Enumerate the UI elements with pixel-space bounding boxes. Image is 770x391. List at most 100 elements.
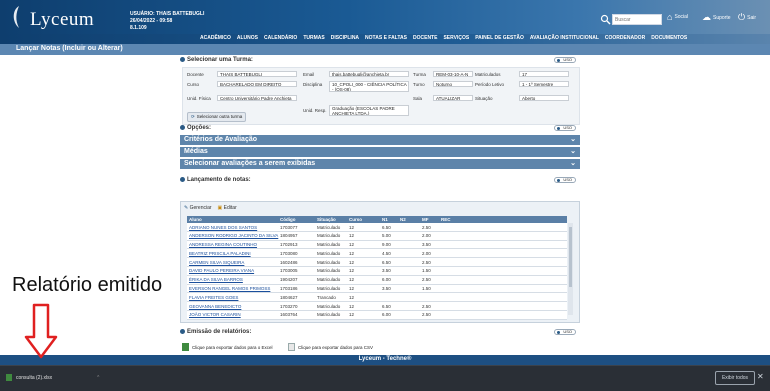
cell-mf: 1.50 — [422, 268, 431, 274]
cell-mf: 2.00 — [422, 250, 431, 256]
cell-situacao: Matriculado — [317, 286, 341, 292]
uso-toggle[interactable]: USO — [554, 124, 576, 131]
table-row[interactable]: FLAVIA FREITES GOES 1804627 Trancado 12 — [187, 293, 567, 303]
col-aluno[interactable]: Aluno — [189, 217, 202, 222]
menu-servicos[interactable]: SERVIÇOS — [443, 35, 469, 41]
medias-bar[interactable]: Médias ⌄ — [180, 147, 580, 157]
uso-toggle[interactable]: USO — [554, 176, 576, 183]
situacao-label: Situação — [475, 96, 493, 101]
menu-disciplina[interactable]: DISCIPLINA — [331, 35, 359, 41]
chevron-down-icon: ⌄ — [570, 136, 576, 143]
menu-documentos[interactable]: DOCUMENTOS — [651, 35, 687, 41]
select-turma-label: Selecionar outra turma — [196, 114, 243, 119]
menu-academico[interactable]: ACADÊMICO — [200, 35, 231, 41]
menu-docente[interactable]: DOCENTE — [413, 35, 437, 41]
cell-aluno[interactable]: DAVID PAULO PEREIRA VIANA — [189, 268, 254, 273]
excel-icon — [182, 343, 189, 351]
cell-codigo: 1703186 — [280, 286, 298, 292]
logo-text[interactable]: Lyceum — [30, 9, 94, 31]
menu-avaliacao[interactable]: AVALIAÇÃO INSTITUCIONAL — [530, 35, 599, 41]
col-n1[interactable]: N1 — [382, 217, 388, 222]
cell-aluno[interactable]: JOÃO VICTOR CASARIN — [189, 312, 241, 317]
home-icon: ⌂ — [667, 12, 673, 22]
search-input[interactable] — [612, 14, 662, 25]
cell-mf: 2.00 — [422, 233, 431, 239]
criterios-bar[interactable]: Critérios de Avaliação ⌄ — [180, 135, 580, 145]
social-button[interactable]: ⌂ Social — [667, 12, 688, 22]
disciplina-label: Disciplina — [303, 82, 323, 87]
col-rec[interactable]: REC — [441, 217, 451, 222]
support-label: Suporte — [713, 14, 731, 21]
table-row[interactable]: BEATRIZ PRISCILA PALADINI 1703080 Matricul… — [187, 249, 567, 259]
menu-calendario[interactable]: CALENDÁRIO — [264, 35, 297, 41]
menu-alunos[interactable]: ALUNOS — [237, 35, 258, 41]
cell-mf: 2.50 — [422, 259, 431, 265]
section-bullet-icon — [180, 177, 185, 182]
col-codigo[interactable]: Código — [280, 217, 296, 222]
support-button[interactable]: ☁ Suporte — [702, 12, 731, 23]
situacao-value: Aberto — [519, 95, 569, 101]
criterios-label: Critérios de Avaliação — [184, 136, 258, 143]
cell-aluno[interactable]: ADRIANO NUNES DOS SANTOS — [189, 225, 257, 230]
table-row[interactable]: JOÃO VICTOR CASARIN 1603764 Matriculado 12 6… — [187, 310, 567, 320]
search-icon[interactable] — [600, 14, 611, 25]
table-row[interactable]: EVERSON RANGEL RAMOS PRIMOSS 1703186 Matri… — [187, 284, 567, 294]
section-bullet-icon — [180, 125, 185, 130]
cell-aluno[interactable]: EVERSON RANGEL RAMOS PRIMOSS — [189, 286, 270, 291]
table-row[interactable]: ANDERSON RODRIGO JACINTO DA SILVA 1804957… — [187, 231, 567, 241]
table-toolbar: ✎ Gerenciar ▣ Editar — [184, 205, 237, 211]
menu-painel-gestao[interactable]: PAINEL DE GESTÃO — [475, 35, 524, 41]
selecionar-avaliacoes-bar[interactable]: Selecionar avaliações a serem exibidas ⌄ — [180, 159, 580, 169]
table-row[interactable]: ÉRIKA DA SILVA BARROS 1904207 Matriculado 1… — [187, 275, 567, 285]
table-scrollbar[interactable] — [568, 223, 573, 315]
export-csv[interactable]: Clique para exportar dados para CSV — [288, 343, 373, 351]
page-title: Lançar Notas (Incluir ou Alterar) — [16, 45, 123, 52]
cell-n1: 6.00 — [382, 312, 391, 318]
cell-aluno[interactable]: CARMEN SILVA SIQUEIRA — [189, 260, 244, 265]
section-title: Selecionar uma Turma: — [187, 56, 253, 63]
table-row[interactable]: CARMEN SILVA SIQUEIRA 1602486 Matriculado 1… — [187, 258, 567, 267]
cell-aluno[interactable]: ANDERSON RODRIGO JACINTO DA SILVA — [189, 233, 278, 238]
cell-aluno[interactable]: FLAVIA FREITES GOES — [189, 295, 238, 300]
menu-notas-faltas[interactable]: NOTAS E FALTAS — [365, 35, 407, 41]
gerenciar-button[interactable]: ✎ Gerenciar — [184, 205, 212, 211]
editar-button[interactable]: ▣ Editar — [218, 205, 237, 211]
main-content: Selecionar uma Turma: USO Docente THAIS … — [180, 55, 580, 355]
close-icon[interactable]: ✕ — [757, 372, 764, 381]
cell-n1: 3.50 — [382, 268, 391, 274]
logout-button[interactable]: ⏻ Sair — [738, 12, 756, 23]
table-row[interactable]: ADRIANO NUNES DOS SANTOS 1703077 Matricula… — [187, 223, 567, 232]
logout-label: Sair — [747, 14, 757, 21]
section-opcoes: Opções: USO — [180, 123, 580, 132]
disciplina-value: 10_CPOLI_000 - CIÊNCIA POLÍTICA - (OS-08… — [329, 81, 409, 92]
cell-aluno[interactable]: ÉRIKA DA SILVA BARROS — [189, 277, 243, 282]
menu-coordenador[interactable]: COORDENADOR — [605, 35, 645, 41]
col-curso[interactable]: Curso — [349, 217, 362, 222]
table-row[interactable]: ANDRESSA REGINA COUTINHO 1702913 Matricula… — [187, 240, 567, 250]
sala-label: Sala — [413, 96, 423, 101]
uso-toggle[interactable]: USO — [554, 328, 576, 335]
col-situacao[interactable]: Situação — [317, 217, 336, 222]
download-item[interactable]: consulta (2).xlsx ⌃ — [6, 374, 100, 381]
table-row[interactable]: GEOVANNA BENEDICTO 1703270 Matriculado 12 6.… — [187, 302, 567, 311]
table-row[interactable]: DAVID PAULO PEREIRA VIANA 1703005 Matricul… — [187, 266, 567, 276]
cell-situacao: Matriculado — [317, 259, 341, 265]
select-turma-button[interactable]: ⟳ Selecionar outra turma — [187, 112, 247, 122]
cell-aluno[interactable]: ANDRESSA REGINA COUTINHO — [189, 242, 257, 247]
table-header: Aluno Código Situação Curso N1 N2 MF REC — [187, 216, 567, 223]
chevron-up-icon[interactable]: ⌃ — [96, 375, 100, 381]
col-mf[interactable]: MF — [422, 217, 429, 222]
show-all-button[interactable]: Exibir todos — [715, 371, 755, 385]
cell-aluno[interactable]: GEOVANNA BENEDICTO — [189, 304, 241, 309]
export-excel[interactable]: Clique para exportar dados para o Excel — [182, 343, 273, 351]
scrollbar-thumb[interactable] — [569, 227, 572, 287]
menu-turmas[interactable]: TURMAS — [303, 35, 324, 41]
col-n2[interactable]: N2 — [400, 217, 406, 222]
uso-toggle[interactable]: USO — [554, 56, 576, 63]
cell-curso: 12 — [349, 224, 355, 230]
cell-aluno[interactable]: BEATRIZ PRISCILA PALADINI — [189, 251, 251, 256]
turma-label: Turma — [413, 72, 426, 77]
unid-value: Centro Universitário Padre Anchieta — [217, 95, 297, 101]
main-menu: ACADÊMICO ALUNOS CALENDÁRIO TURMAS DISCI… — [200, 35, 687, 41]
cell-situacao: Matriculado — [317, 277, 341, 283]
